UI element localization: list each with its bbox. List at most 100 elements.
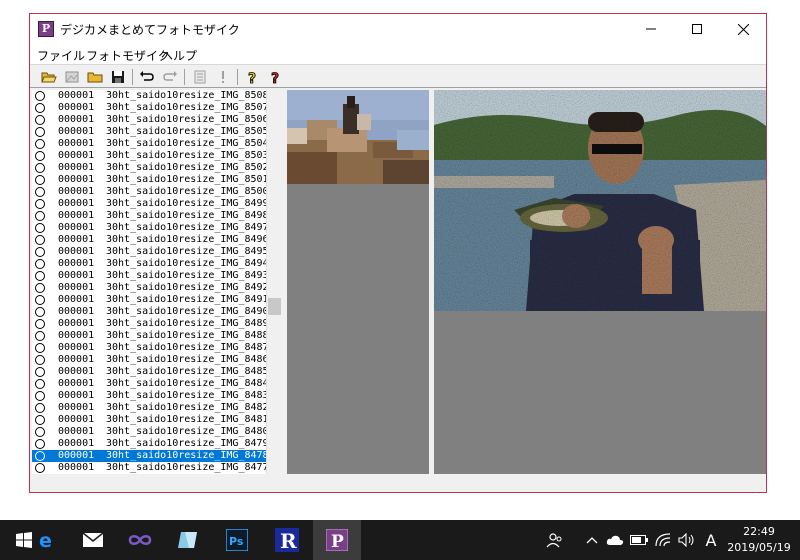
new-image-button[interactable]: [63, 68, 81, 86]
context-help-button[interactable]: ?: [267, 68, 285, 86]
list-item[interactable]: 000001 30ht_saido10resize_IMG_8505.jp: [32, 126, 282, 138]
list-item-selected[interactable]: 000001 30ht_saido10resize_IMG_8478.jp: [32, 450, 282, 462]
list-item[interactable]: 000001 30ht_saido10resize_IMG_8495.jp: [32, 246, 282, 258]
list-item[interactable]: 000001 30ht_saido10resize_IMG_8501.jp: [32, 174, 282, 186]
maximize-button[interactable]: [674, 14, 720, 44]
list-item[interactable]: 000001 30ht_saido10resize_IMG_8489.jp: [32, 318, 282, 330]
list-item[interactable]: 000001 30ht_saido10resize_IMG_8479.jp: [32, 438, 282, 450]
people-button[interactable]: [540, 520, 570, 560]
radio-button[interactable]: [35, 439, 45, 449]
ime-indicator[interactable]: A: [700, 520, 722, 560]
radio-button[interactable]: [35, 355, 45, 365]
radio-button[interactable]: [35, 463, 45, 473]
radio-button[interactable]: [35, 319, 45, 329]
save-button[interactable]: [109, 68, 127, 86]
radio-button[interactable]: [35, 103, 45, 113]
volume-button[interactable]: [676, 520, 698, 560]
radio-button[interactable]: [35, 307, 45, 317]
file-list[interactable]: 000001 30ht_saido10resize_IMG_8508.jp 0000…: [32, 90, 282, 474]
list-item[interactable]: 000001 30ht_saido10resize_IMG_8486.jp: [32, 354, 282, 366]
menu-file[interactable]: ファイル: [37, 47, 85, 64]
radio-button[interactable]: [35, 235, 45, 245]
list-item[interactable]: 000001 30ht_saido10resize_IMG_8488.jp: [32, 330, 282, 342]
show-hidden-icons-button[interactable]: [582, 520, 602, 560]
radio-button[interactable]: [35, 415, 45, 425]
menu-photomosaic[interactable]: フォトモザイク: [86, 47, 170, 64]
taskbar-r-app[interactable]: R: [263, 520, 311, 560]
network-button[interactable]: [652, 520, 674, 560]
file-list-scrollbar[interactable]: [266, 90, 282, 474]
undo-button[interactable]: [138, 68, 156, 86]
radio-button[interactable]: [35, 295, 45, 305]
radio-button[interactable]: [35, 163, 45, 173]
list-item[interactable]: 000001 30ht_saido10resize_IMG_8480.jp: [32, 426, 282, 438]
title-bar[interactable]: P デジカメまとめてフォトモザイク: [30, 14, 766, 44]
list-item[interactable]: 000001 30ht_saido10resize_IMG_8504.jp: [32, 138, 282, 150]
list-item[interactable]: 000001 30ht_saido10resize_IMG_8482.jp: [32, 402, 282, 414]
list-item[interactable]: 000001 30ht_saido10resize_IMG_8497.jp: [32, 222, 282, 234]
radio-button[interactable]: [35, 391, 45, 401]
list-item[interactable]: 000001 30ht_saido10resize_IMG_8507.jp: [32, 102, 282, 114]
radio-button[interactable]: [35, 247, 45, 257]
thumbnail-image[interactable]: [287, 90, 429, 184]
list-item[interactable]: 000001 30ht_saido10resize_IMG_8498.jp: [32, 210, 282, 222]
list-item[interactable]: 000001 30ht_saido10resize_IMG_8485.jp: [32, 366, 282, 378]
list-item[interactable]: 000001 30ht_saido10resize_IMG_8487.jp: [32, 342, 282, 354]
help-button[interactable]: ?: [244, 68, 262, 86]
menu-help[interactable]: ヘルプ: [161, 47, 197, 64]
list-item[interactable]: 000001 30ht_saido10resize_IMG_8484.jp: [32, 378, 282, 390]
close-button[interactable]: [720, 14, 766, 44]
battery-button[interactable]: [628, 520, 650, 560]
folder-button[interactable]: [86, 68, 104, 86]
onedrive-button[interactable]: [604, 520, 626, 560]
radio-button[interactable]: [35, 151, 45, 161]
list-item[interactable]: 000001 30ht_saido10resize_IMG_8508.jp: [32, 90, 282, 102]
redo-button[interactable]: [161, 68, 179, 86]
list-item[interactable]: 000001 30ht_saido10resize_IMG_8506.jp: [32, 114, 282, 126]
radio-button[interactable]: [35, 451, 45, 461]
scrollbar-thumb[interactable]: [268, 298, 281, 315]
radio-button[interactable]: [35, 379, 45, 389]
list-button[interactable]: [191, 68, 209, 86]
radio-button[interactable]: [35, 211, 45, 221]
list-item[interactable]: 000001 30ht_saido10resize_IMG_8496.jp: [32, 234, 282, 246]
radio-button[interactable]: [35, 271, 45, 281]
list-item[interactable]: 000001 30ht_saido10resize_IMG_8477.jp: [32, 462, 282, 474]
radio-button[interactable]: [35, 343, 45, 353]
radio-button[interactable]: [35, 283, 45, 293]
radio-button[interactable]: [35, 331, 45, 341]
radio-button[interactable]: [35, 259, 45, 269]
radio-button[interactable]: [35, 115, 45, 125]
radio-button[interactable]: [35, 175, 45, 185]
radio-button[interactable]: [35, 427, 45, 437]
radio-button[interactable]: [35, 139, 45, 149]
list-item[interactable]: 000001 30ht_saido10resize_IMG_8502.jp: [32, 162, 282, 174]
list-item[interactable]: 000001 30ht_saido10resize_IMG_8491.jp: [32, 294, 282, 306]
list-item[interactable]: 000001 30ht_saido10resize_IMG_8493.jp: [32, 270, 282, 282]
taskbar-infinity-app[interactable]: [116, 520, 164, 560]
taskbar-edge[interactable]: e: [23, 520, 71, 560]
clock[interactable]: 22:49 2019/05/19: [726, 524, 792, 556]
radio-button[interactable]: [35, 367, 45, 377]
mosaic-preview-image[interactable]: [434, 90, 766, 311]
list-item[interactable]: 000001 30ht_saido10resize_IMG_8481.jp: [32, 414, 282, 426]
list-item[interactable]: 000001 30ht_saido10resize_IMG_8490.jp: [32, 306, 282, 318]
minimize-button[interactable]: [628, 14, 674, 44]
open-folder-button[interactable]: [40, 68, 58, 86]
list-item[interactable]: 000001 30ht_saido10resize_IMG_8492.jp: [32, 282, 282, 294]
taskbar-photoshop[interactable]: Ps: [213, 520, 261, 560]
taskbar-mail[interactable]: [69, 520, 117, 560]
radio-button[interactable]: [35, 91, 45, 101]
list-item[interactable]: 000001 30ht_saido10resize_IMG_8499.jp: [32, 198, 282, 210]
radio-button[interactable]: [35, 403, 45, 413]
radio-button[interactable]: [35, 223, 45, 233]
radio-button[interactable]: [35, 127, 45, 137]
execute-button[interactable]: [214, 68, 232, 86]
radio-button[interactable]: [35, 187, 45, 197]
list-item[interactable]: 000001 30ht_saido10resize_IMG_8483.jp: [32, 390, 282, 402]
list-item[interactable]: 000001 30ht_saido10resize_IMG_8494.jp: [32, 258, 282, 270]
taskbar-photomosaic-app[interactable]: P: [313, 520, 361, 560]
list-item[interactable]: 000001 30ht_saido10resize_IMG_8503.jp: [32, 150, 282, 162]
radio-button[interactable]: [35, 199, 45, 209]
taskbar-notes-app[interactable]: [164, 520, 212, 560]
